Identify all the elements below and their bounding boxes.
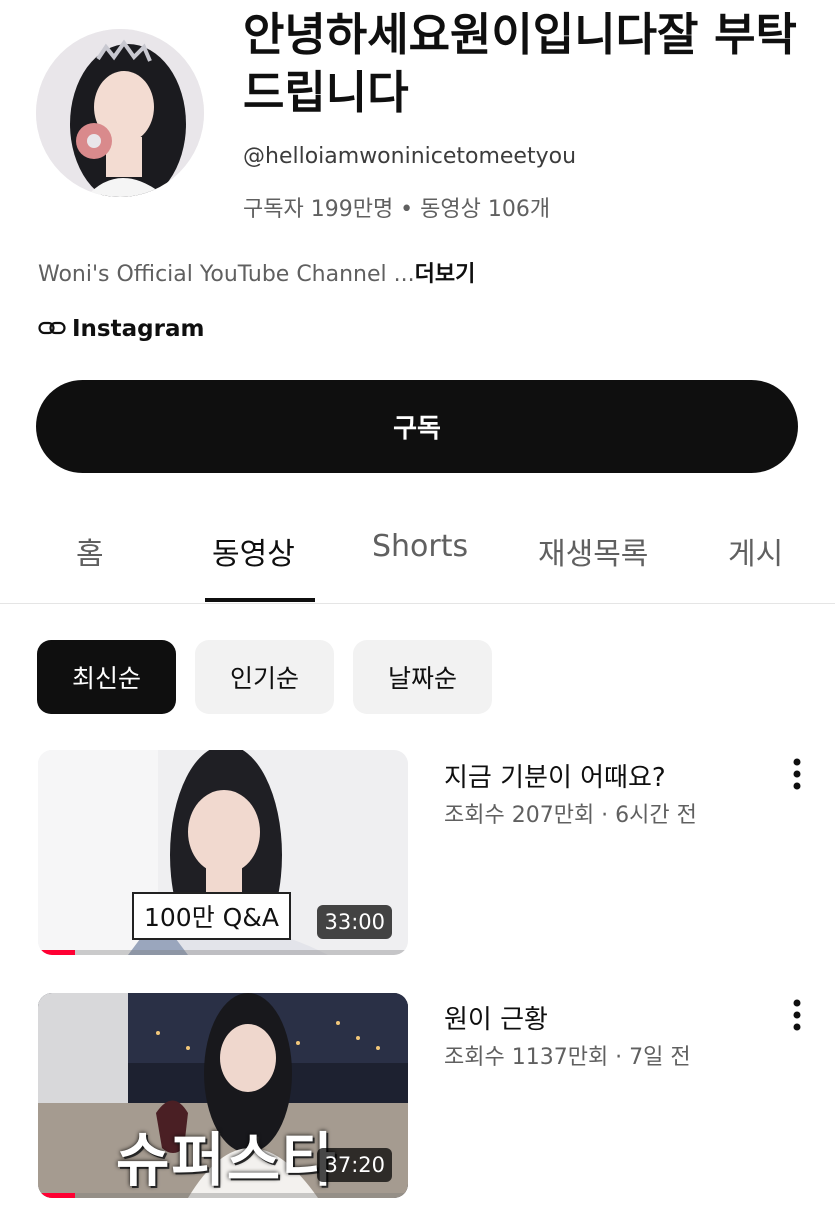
channel-stats: 구독자 199만명 • 동영상 106개 <box>243 197 551 222</box>
thumbnail-caption: 슈퍼스타 <box>116 1126 338 1194</box>
video-thumbnail[interactable]: 100만 Q&A 33:00 <box>38 750 408 955</box>
more-link[interactable]: 더보기 <box>415 262 476 287</box>
video-meta: 조회수 1137만회 · 7일 전 <box>444 1045 691 1070</box>
watch-progress-bar <box>38 1193 75 1198</box>
video-meta: 조회수 207만회 · 6시간 전 <box>444 803 697 828</box>
chip-oldest[interactable]: 날짜순 <box>353 640 492 714</box>
watch-progress-bar <box>38 950 75 955</box>
subscribe-button[interactable]: 구독 <box>36 380 798 473</box>
tab-shorts[interactable]: Shorts <box>372 529 468 564</box>
watch-progress-track <box>38 950 408 955</box>
video-duration: 37:20 <box>317 1148 392 1182</box>
channel-tabs: 홈 동영상 Shorts 재생목록 게시 <box>0 515 835 604</box>
link-icon <box>38 316 66 342</box>
chip-popular[interactable]: 인기순 <box>195 640 334 714</box>
thumbnail-caption: 100만 Q&A <box>132 892 291 940</box>
tab-home[interactable]: 홈 <box>76 529 104 573</box>
video-title[interactable]: 원이 근황 <box>444 999 548 1036</box>
chip-latest[interactable]: 최신순 <box>37 640 176 714</box>
active-tab-indicator <box>205 598 315 602</box>
channel-title: 안녕하세요원이입니다잘 부탁드립니다 <box>243 8 797 119</box>
tab-videos[interactable]: 동영상 <box>212 529 295 573</box>
tab-posts[interactable]: 게시 <box>728 529 783 573</box>
channel-handle: @helloiamwoninicetomeetyou <box>243 144 577 169</box>
channel-description[interactable]: Woni's Official YouTube Channel ...더보기 <box>38 256 475 288</box>
link-label: Instagram <box>72 316 205 342</box>
description-text: Woni's Official YouTube Channel ... <box>38 262 415 287</box>
tab-fade <box>795 515 835 601</box>
video-title[interactable]: 지금 기분이 어때요? <box>444 757 666 794</box>
video-duration: 33:00 <box>317 905 392 939</box>
external-link[interactable]: Instagram <box>38 316 204 342</box>
watch-progress-track <box>38 1193 408 1198</box>
tab-playlists[interactable]: 재생목록 <box>538 529 648 573</box>
more-vertical-icon[interactable] <box>784 997 810 1033</box>
avatar-image <box>36 29 204 197</box>
channel-avatar[interactable] <box>36 29 204 197</box>
more-vertical-icon[interactable] <box>784 756 810 792</box>
video-thumbnail[interactable]: 슈퍼스타 37:20 <box>38 993 408 1198</box>
